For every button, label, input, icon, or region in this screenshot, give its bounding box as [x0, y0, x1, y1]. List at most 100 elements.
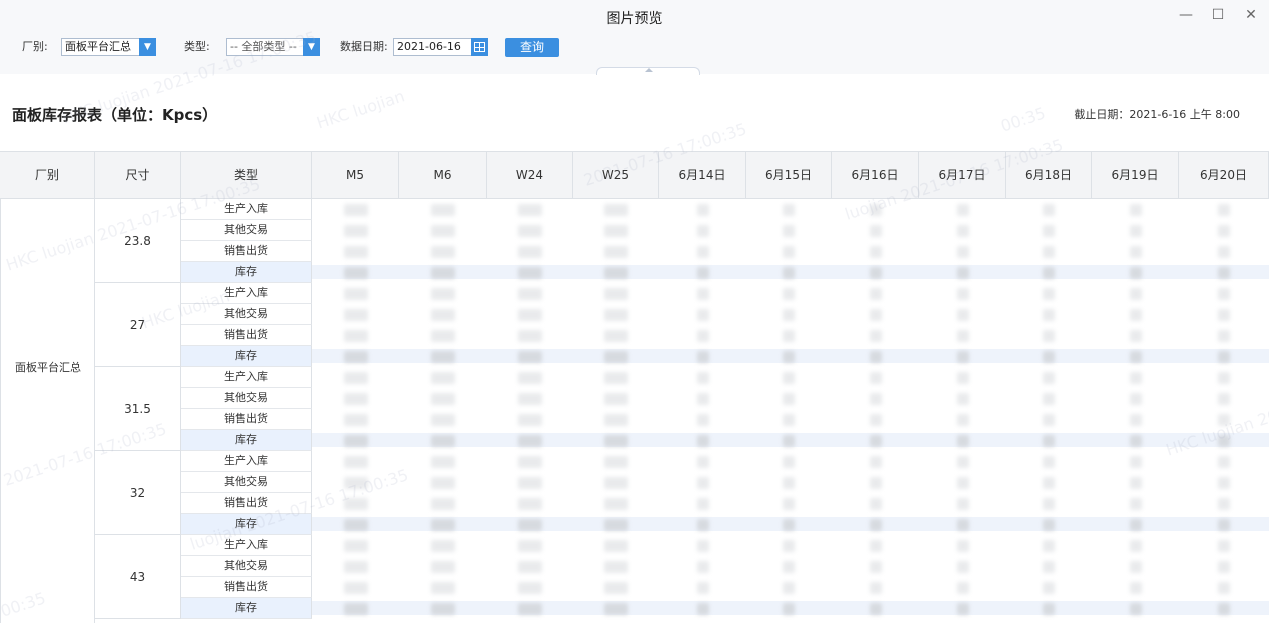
masked-value	[696, 498, 709, 510]
factory-select[interactable]: 面板平台汇总 ▼	[61, 38, 156, 56]
type-cell: 其他交易	[181, 388, 312, 409]
date-input-value: 2021-06-16	[397, 40, 461, 53]
masked-value	[783, 414, 795, 426]
masked-value	[956, 351, 969, 363]
masked-value	[431, 414, 455, 426]
column-header: 6月18日	[1006, 152, 1092, 199]
masked-value	[869, 309, 882, 321]
masked-value	[431, 330, 455, 342]
close-icon[interactable]: ✕	[1238, 4, 1264, 26]
masked-value	[343, 225, 368, 237]
masked-value	[604, 498, 628, 510]
masked-value	[1129, 309, 1142, 321]
masked-value	[343, 456, 368, 468]
masked-value	[956, 309, 969, 321]
masked-value	[518, 225, 542, 237]
masked-value	[604, 225, 628, 237]
masked-value	[783, 477, 795, 489]
watermark-text: HKC luojian	[314, 86, 407, 133]
type-cell: 库存	[181, 430, 312, 451]
masked-value	[1129, 498, 1142, 510]
chevron-up-icon[interactable]	[645, 68, 653, 72]
window-title: 图片预览	[606, 11, 663, 27]
masked-value	[956, 519, 969, 531]
masked-value	[604, 561, 628, 573]
masked-value	[604, 435, 628, 447]
masked-value	[869, 498, 882, 510]
size-cell: 23.8	[95, 199, 181, 283]
query-button[interactable]: 查询	[505, 38, 559, 57]
type-cell: 库存	[181, 598, 312, 619]
masked-value	[869, 540, 882, 552]
masked-value	[1129, 288, 1142, 300]
masked-value	[518, 330, 542, 342]
masked-value	[343, 561, 368, 573]
masked-value	[1043, 204, 1055, 216]
masked-value	[956, 582, 969, 594]
masked-value	[696, 225, 709, 237]
masked-value	[1218, 477, 1230, 489]
column-header: W25	[573, 152, 659, 199]
masked-value	[518, 288, 542, 300]
table-header-row: 厂别 尺寸 类型 M5 M6 W24 W25 6月14日 6月15日 6月16日 6月17日 6月18…	[0, 151, 1269, 199]
masked-value	[518, 498, 542, 510]
masked-value	[431, 351, 455, 363]
masked-value	[869, 519, 882, 531]
masked-value	[518, 540, 542, 552]
masked-value	[1218, 288, 1230, 300]
masked-value	[431, 267, 455, 279]
chevron-down-icon[interactable]: ▼	[303, 38, 320, 56]
masked-value	[869, 435, 882, 447]
type-select[interactable]: -- 全部类型 -- ▼	[226, 38, 320, 56]
maximize-icon[interactable]: ☐	[1205, 4, 1231, 26]
date-input[interactable]: 2021-06-16	[393, 38, 488, 56]
masked-value	[783, 351, 795, 363]
calendar-icon[interactable]	[471, 38, 488, 56]
masked-value	[343, 246, 368, 258]
masked-value	[1129, 204, 1142, 216]
masked-value	[343, 498, 368, 510]
masked-value	[1043, 246, 1055, 258]
masked-value	[696, 204, 709, 216]
masked-value	[343, 204, 368, 216]
masked-value	[1043, 393, 1055, 405]
collapse-toolbar-toggle[interactable]	[596, 67, 700, 75]
masked-value	[956, 561, 969, 573]
masked-value	[1129, 603, 1142, 615]
masked-value	[1043, 351, 1055, 363]
masked-value	[604, 372, 628, 384]
watermark-text: 00:35	[998, 103, 1048, 136]
masked-value	[343, 603, 368, 615]
column-header: 6月15日	[746, 152, 832, 199]
masked-value	[431, 246, 455, 258]
size-cell: 27	[95, 283, 181, 367]
masked-value	[431, 204, 455, 216]
type-cell: 销售出货	[181, 577, 312, 598]
masked-value	[1129, 393, 1142, 405]
masked-value	[783, 540, 795, 552]
column-header: 厂别	[0, 152, 95, 199]
masked-value	[518, 561, 542, 573]
masked-value	[1043, 414, 1055, 426]
masked-value	[956, 204, 969, 216]
masked-value	[431, 456, 455, 468]
masked-value	[696, 288, 709, 300]
masked-value	[956, 288, 969, 300]
masked-value	[869, 351, 882, 363]
masked-value	[956, 225, 969, 237]
inventory-table: 厂别 尺寸 类型 M5 M6 W24 W25 6月14日 6月15日 6月16日 6月17日 6月18…	[0, 151, 1269, 623]
type-cell: 库存	[181, 514, 312, 535]
masked-value	[1129, 519, 1142, 531]
masked-value	[783, 330, 795, 342]
column-header: 6月17日	[919, 152, 1006, 199]
masked-value	[696, 456, 709, 468]
size-cell: 43	[95, 535, 181, 619]
chevron-down-icon[interactable]: ▼	[139, 38, 156, 56]
type-label: 类型:	[184, 40, 210, 53]
minimize-icon[interactable]: —	[1173, 4, 1199, 26]
masked-value	[1129, 435, 1142, 447]
type-cell: 其他交易	[181, 304, 312, 325]
masked-value	[956, 477, 969, 489]
masked-value	[956, 456, 969, 468]
masked-value	[783, 603, 795, 615]
